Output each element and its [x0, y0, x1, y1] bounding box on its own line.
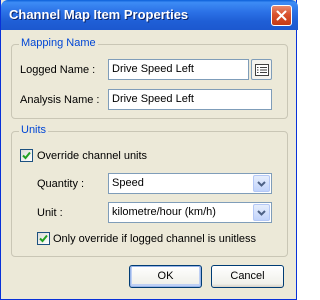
close-icon [276, 10, 287, 21]
only-override-label[interactable]: Only override if logged channel is unitl… [53, 233, 256, 245]
analysis-name-value: Drive Speed Left [112, 93, 194, 105]
override-units-checkbox[interactable] [20, 149, 33, 162]
dialog-title: Channel Map Item Properties [9, 7, 189, 22]
ok-button[interactable]: OK [129, 265, 202, 288]
quantity-value: Speed [112, 177, 144, 189]
logged-name-browse-button[interactable] [251, 59, 272, 80]
close-button[interactable] [271, 5, 292, 26]
dialog-window: Channel Map Item Properties Mapping Name… [0, 0, 298, 300]
check-icon [39, 234, 48, 243]
chevron-down-icon [257, 209, 266, 216]
logged-name-label: Logged Name : [20, 64, 96, 76]
units-legend: Units [19, 124, 49, 136]
title-bar[interactable]: Channel Map Item Properties [1, 0, 298, 30]
analysis-name-label: Analysis Name : [20, 94, 100, 106]
logged-name-value: Drive Speed Left [112, 63, 194, 75]
quantity-select[interactable]: Speed [108, 173, 272, 194]
chevron-down-icon [257, 180, 266, 187]
unit-label: Unit : [37, 207, 63, 219]
quantity-label: Quantity : [37, 178, 85, 190]
logged-name-input[interactable]: Drive Speed Left [108, 59, 249, 80]
unit-dropdown-button[interactable] [253, 204, 270, 221]
cancel-button[interactable]: Cancel [211, 265, 284, 288]
check-icon [22, 151, 31, 160]
analysis-name-input[interactable]: Drive Speed Left [108, 89, 272, 110]
mapping-name-legend: Mapping Name [19, 37, 98, 49]
unit-value: kilometre/hour (km/h) [112, 206, 216, 218]
quantity-dropdown-button[interactable] [253, 175, 270, 192]
only-override-checkbox[interactable] [37, 232, 50, 245]
unit-select[interactable]: kilometre/hour (km/h) [108, 202, 272, 223]
list-icon [254, 63, 269, 76]
override-units-label[interactable]: Override channel units [37, 150, 147, 162]
